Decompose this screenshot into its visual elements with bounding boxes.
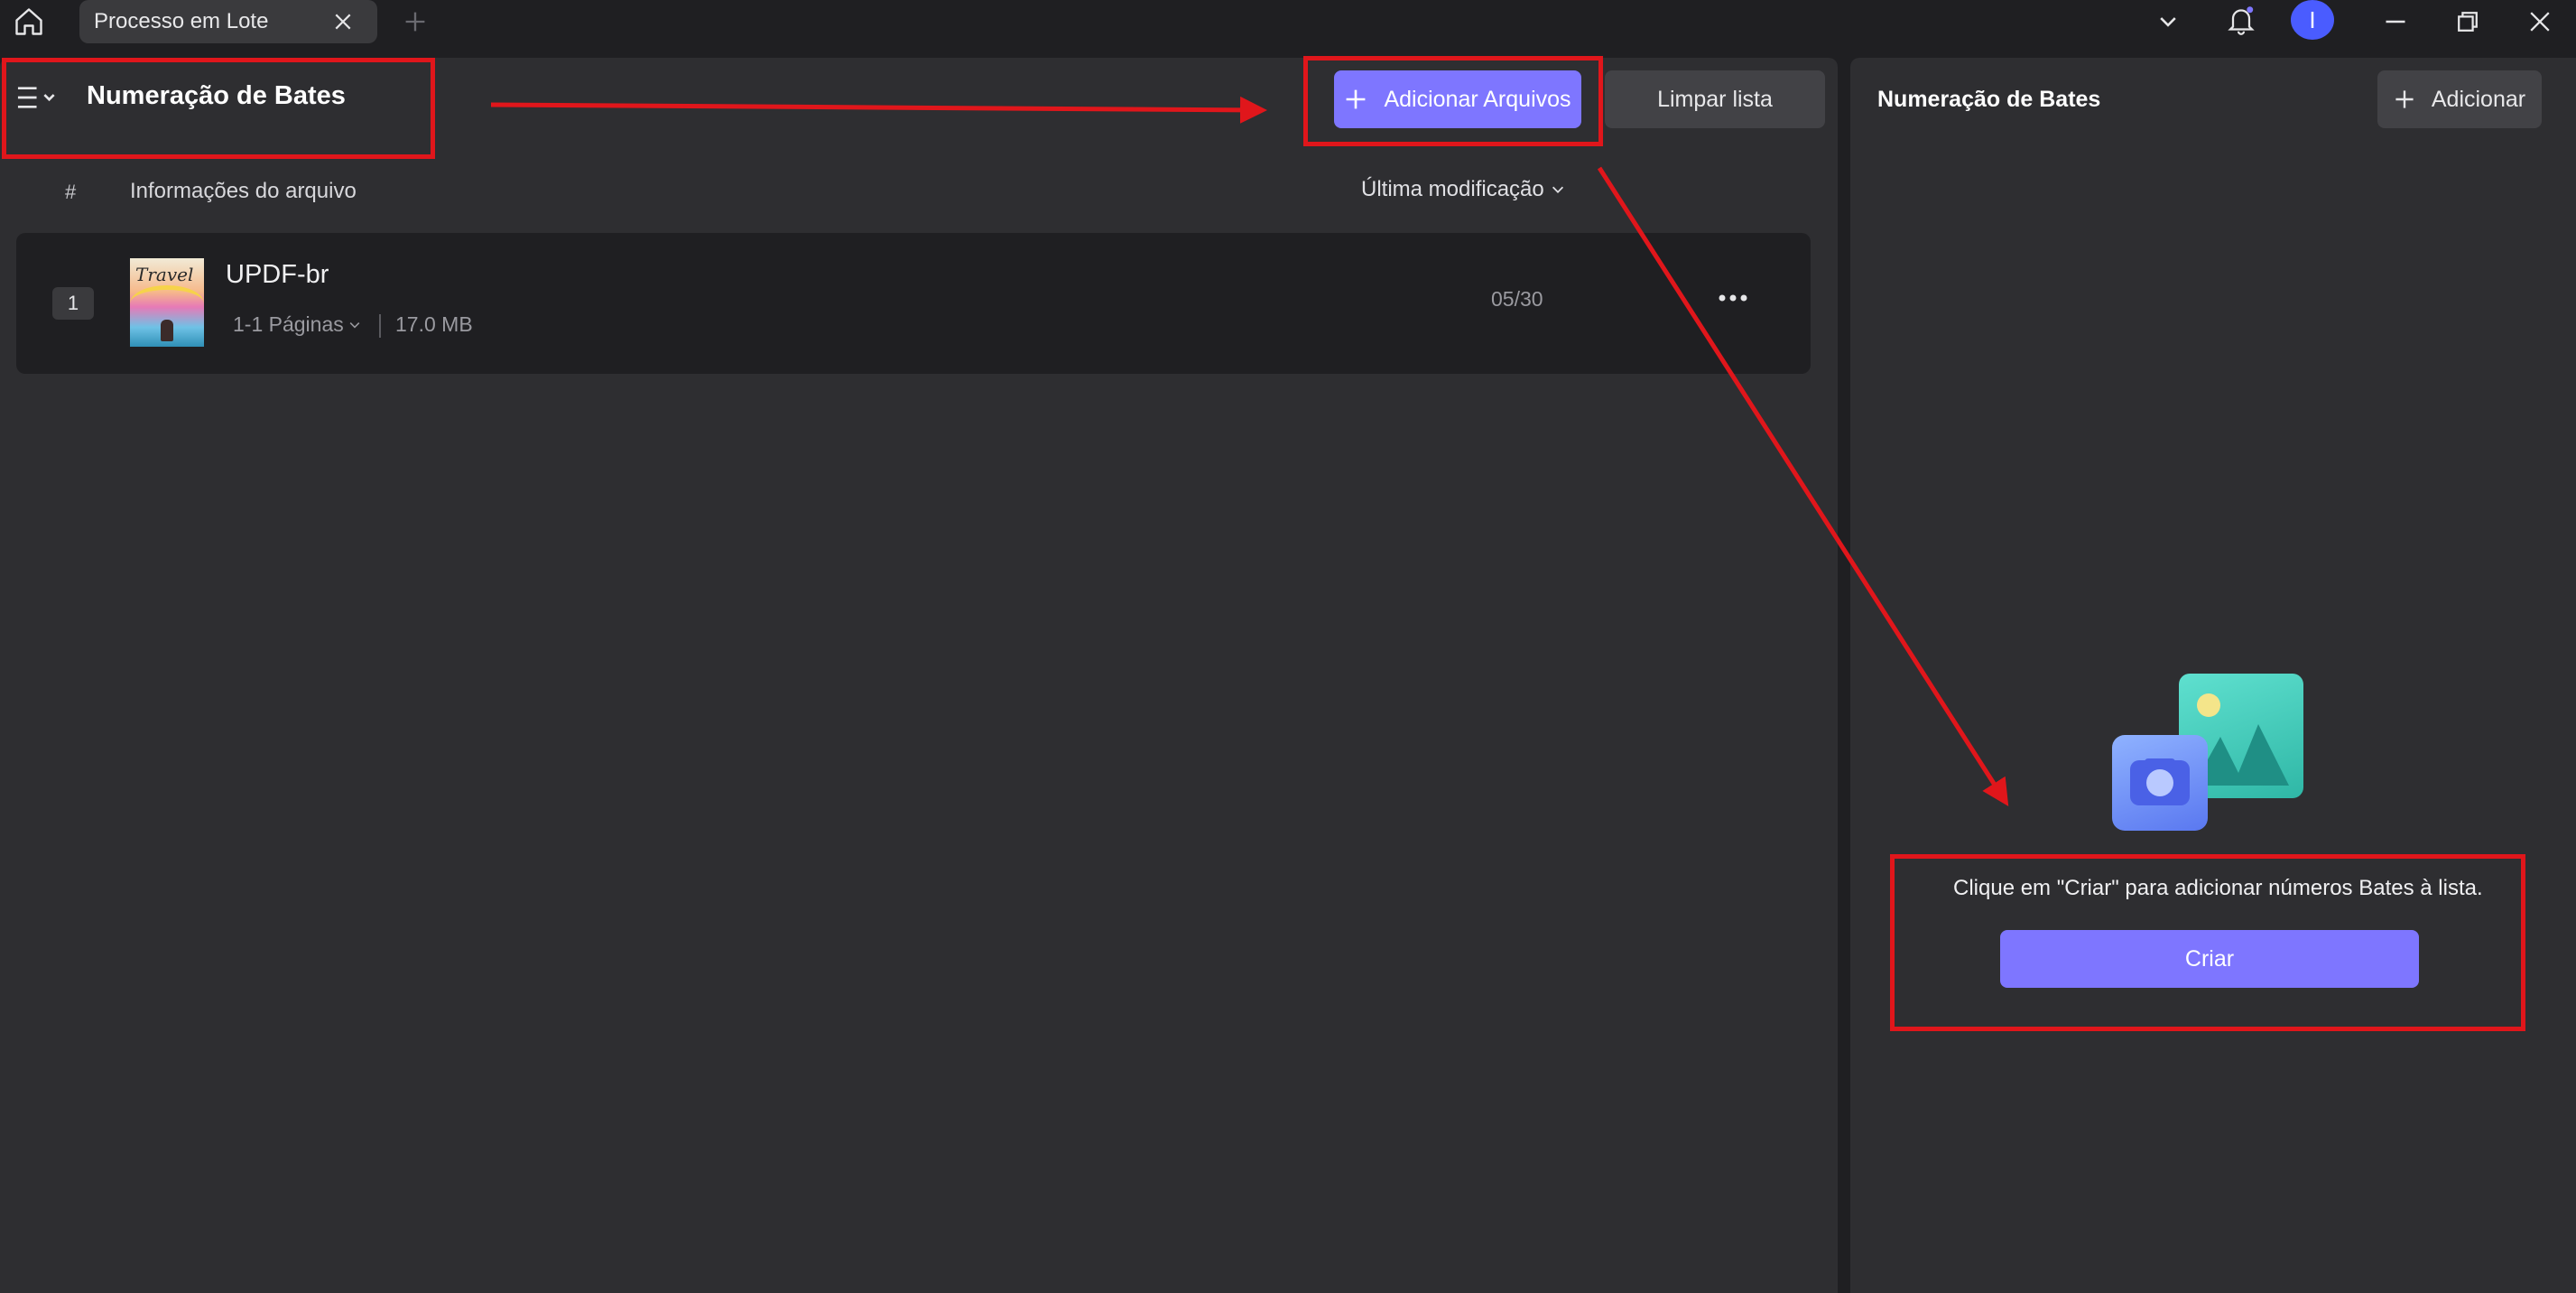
arrow-to-add-files <box>490 96 1267 124</box>
annotation-arrows <box>490 96 2009 807</box>
arrow-to-create <box>1597 166 2009 807</box>
